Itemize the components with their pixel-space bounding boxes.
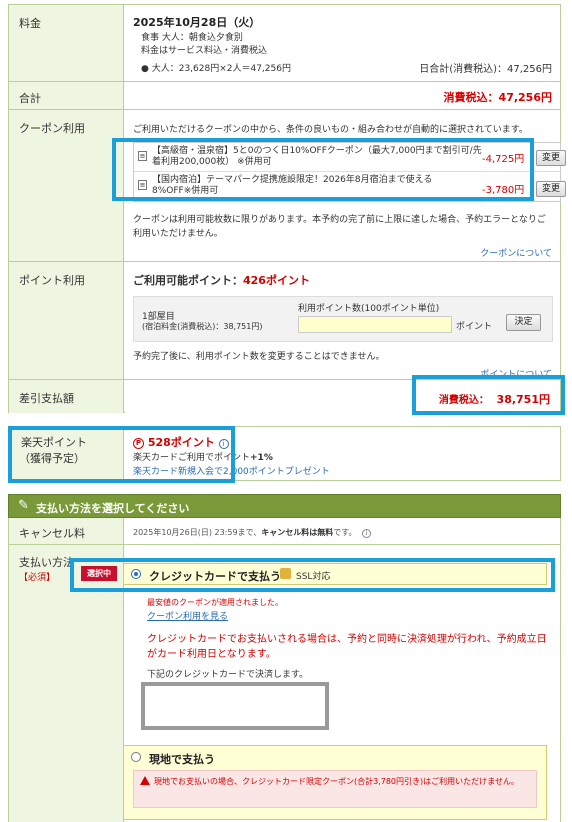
fee-label: 料金 (9, 5, 124, 81)
points-note: 予約完了後に、利用ポイント数を変更することはできません。 (133, 352, 385, 362)
total-row: 合計 消費税込：47,256円 (9, 82, 560, 110)
daily-total: 日合計(消費税込)：47,256円 (419, 64, 552, 75)
points-box: 1部屋目 (宿泊料金(消費税込)：38,751円) 利用ポイント数(100ポイン… (133, 296, 553, 342)
point-unit: ポイント (456, 322, 493, 332)
total-value: 消費税込：47,256円 (443, 91, 552, 104)
coupon-about-link[interactable]: クーポンについて (480, 246, 552, 259)
point-input-label: 利用ポイント数(100ポイント単位) (298, 304, 440, 314)
radio-unselected[interactable] (131, 752, 141, 762)
points-row: ポイント利用 ご利用可能ポイント：426ポイント 1部屋目 (宿泊料金(消費税込… (9, 262, 560, 380)
point-decide-button[interactable]: 決定 (506, 314, 541, 331)
coupon-note: クーポンは利用可能枚数に限りがあります。本予約の完了前に上限に達した場合、予約エ… (133, 215, 546, 239)
coupon-intro: ご利用いただけるクーポンの中から、条件の良いもの・組み合わせが自動的に選択されて… (133, 125, 528, 135)
coupon-applied-notice: 最安値のクーポンが適用されました。 (147, 598, 283, 607)
payment-header: ✎ 支払い方法を選択してください (8, 494, 561, 518)
payment-header-title: 支払い方法を選択してください (36, 502, 190, 515)
warning-icon (140, 776, 150, 785)
price-breakdown: ● 大人：23,628円×2人＝47,256円 (141, 64, 291, 74)
onsite-warning-text: 現地でお支払いの場合、クレジットカード限定クーポン(合計3,780円引き)はご利… (154, 777, 519, 786)
cancel-row: キャンセル料 2025年10月26日(日) 23:59まで、キャンセル料は無料で… (9, 518, 560, 545)
stay-date: 2025年10月28日（火） (133, 16, 261, 29)
cancel-label: キャンセル料 (9, 518, 124, 544)
onsite-payment-option: 現地で支払う 現地でお支払いの場合、クレジットカード限定クーポン(合計3,780… (123, 745, 547, 820)
fee-table: 料金 2025年10月28日（火） 食事 大人：朝食込夕食別 料金はサービス料込… (8, 4, 566, 413)
card-selection-box[interactable] (141, 682, 329, 730)
coupon-usage-link[interactable]: クーポン利用を見る (147, 609, 228, 622)
fee-row: 料金 2025年10月28日（火） 食事 大人：朝食込夕食別 料金はサービス料込… (9, 5, 560, 82)
point-input[interactable] (298, 316, 452, 333)
points-label: ポイント利用 (9, 262, 124, 379)
cancel-text: 2025年10月26日(日) 23:59まで、キャンセル料は無料です。 i (133, 527, 371, 538)
pencil-icon: ✎ (18, 498, 29, 513)
credit-card-highlight-frame (70, 558, 555, 592)
balance-highlight-frame (412, 375, 565, 415)
points-available: ご利用可能ポイント：426ポイント (133, 274, 310, 287)
coupon-change-button[interactable]: 変更 (536, 181, 566, 197)
coupon-highlight-frame (112, 138, 534, 201)
coupon-change-button[interactable]: 変更 (536, 150, 566, 166)
tax-note: 料金はサービス料込・消費税込 (141, 46, 268, 56)
onsite-warning-box: 現地でお支払いの場合、クレジットカード限定クーポン(合計3,780円引き)はご利… (133, 770, 537, 808)
meal-info: 食事 大人：朝食込夕食別 (141, 33, 243, 43)
card-instruction: 下記のクレジットカードで決済します。 (147, 670, 309, 680)
balance-label: 差引支払額 (9, 380, 124, 413)
credit-card-note: クレジットカードでお支払いされる場合は、予約と同時に決済処理が行われ、予約成立日… (147, 634, 547, 660)
onsite-payment-label: 現地で支払う (149, 753, 215, 766)
coupon-label: クーポン利用 (9, 110, 124, 261)
rakuten-points-highlight-frame (8, 426, 235, 483)
total-label: 合計 (9, 82, 124, 109)
room-price: (宿泊料金(消費税込)：38,751円) (142, 322, 263, 331)
info-icon: i (362, 529, 371, 538)
